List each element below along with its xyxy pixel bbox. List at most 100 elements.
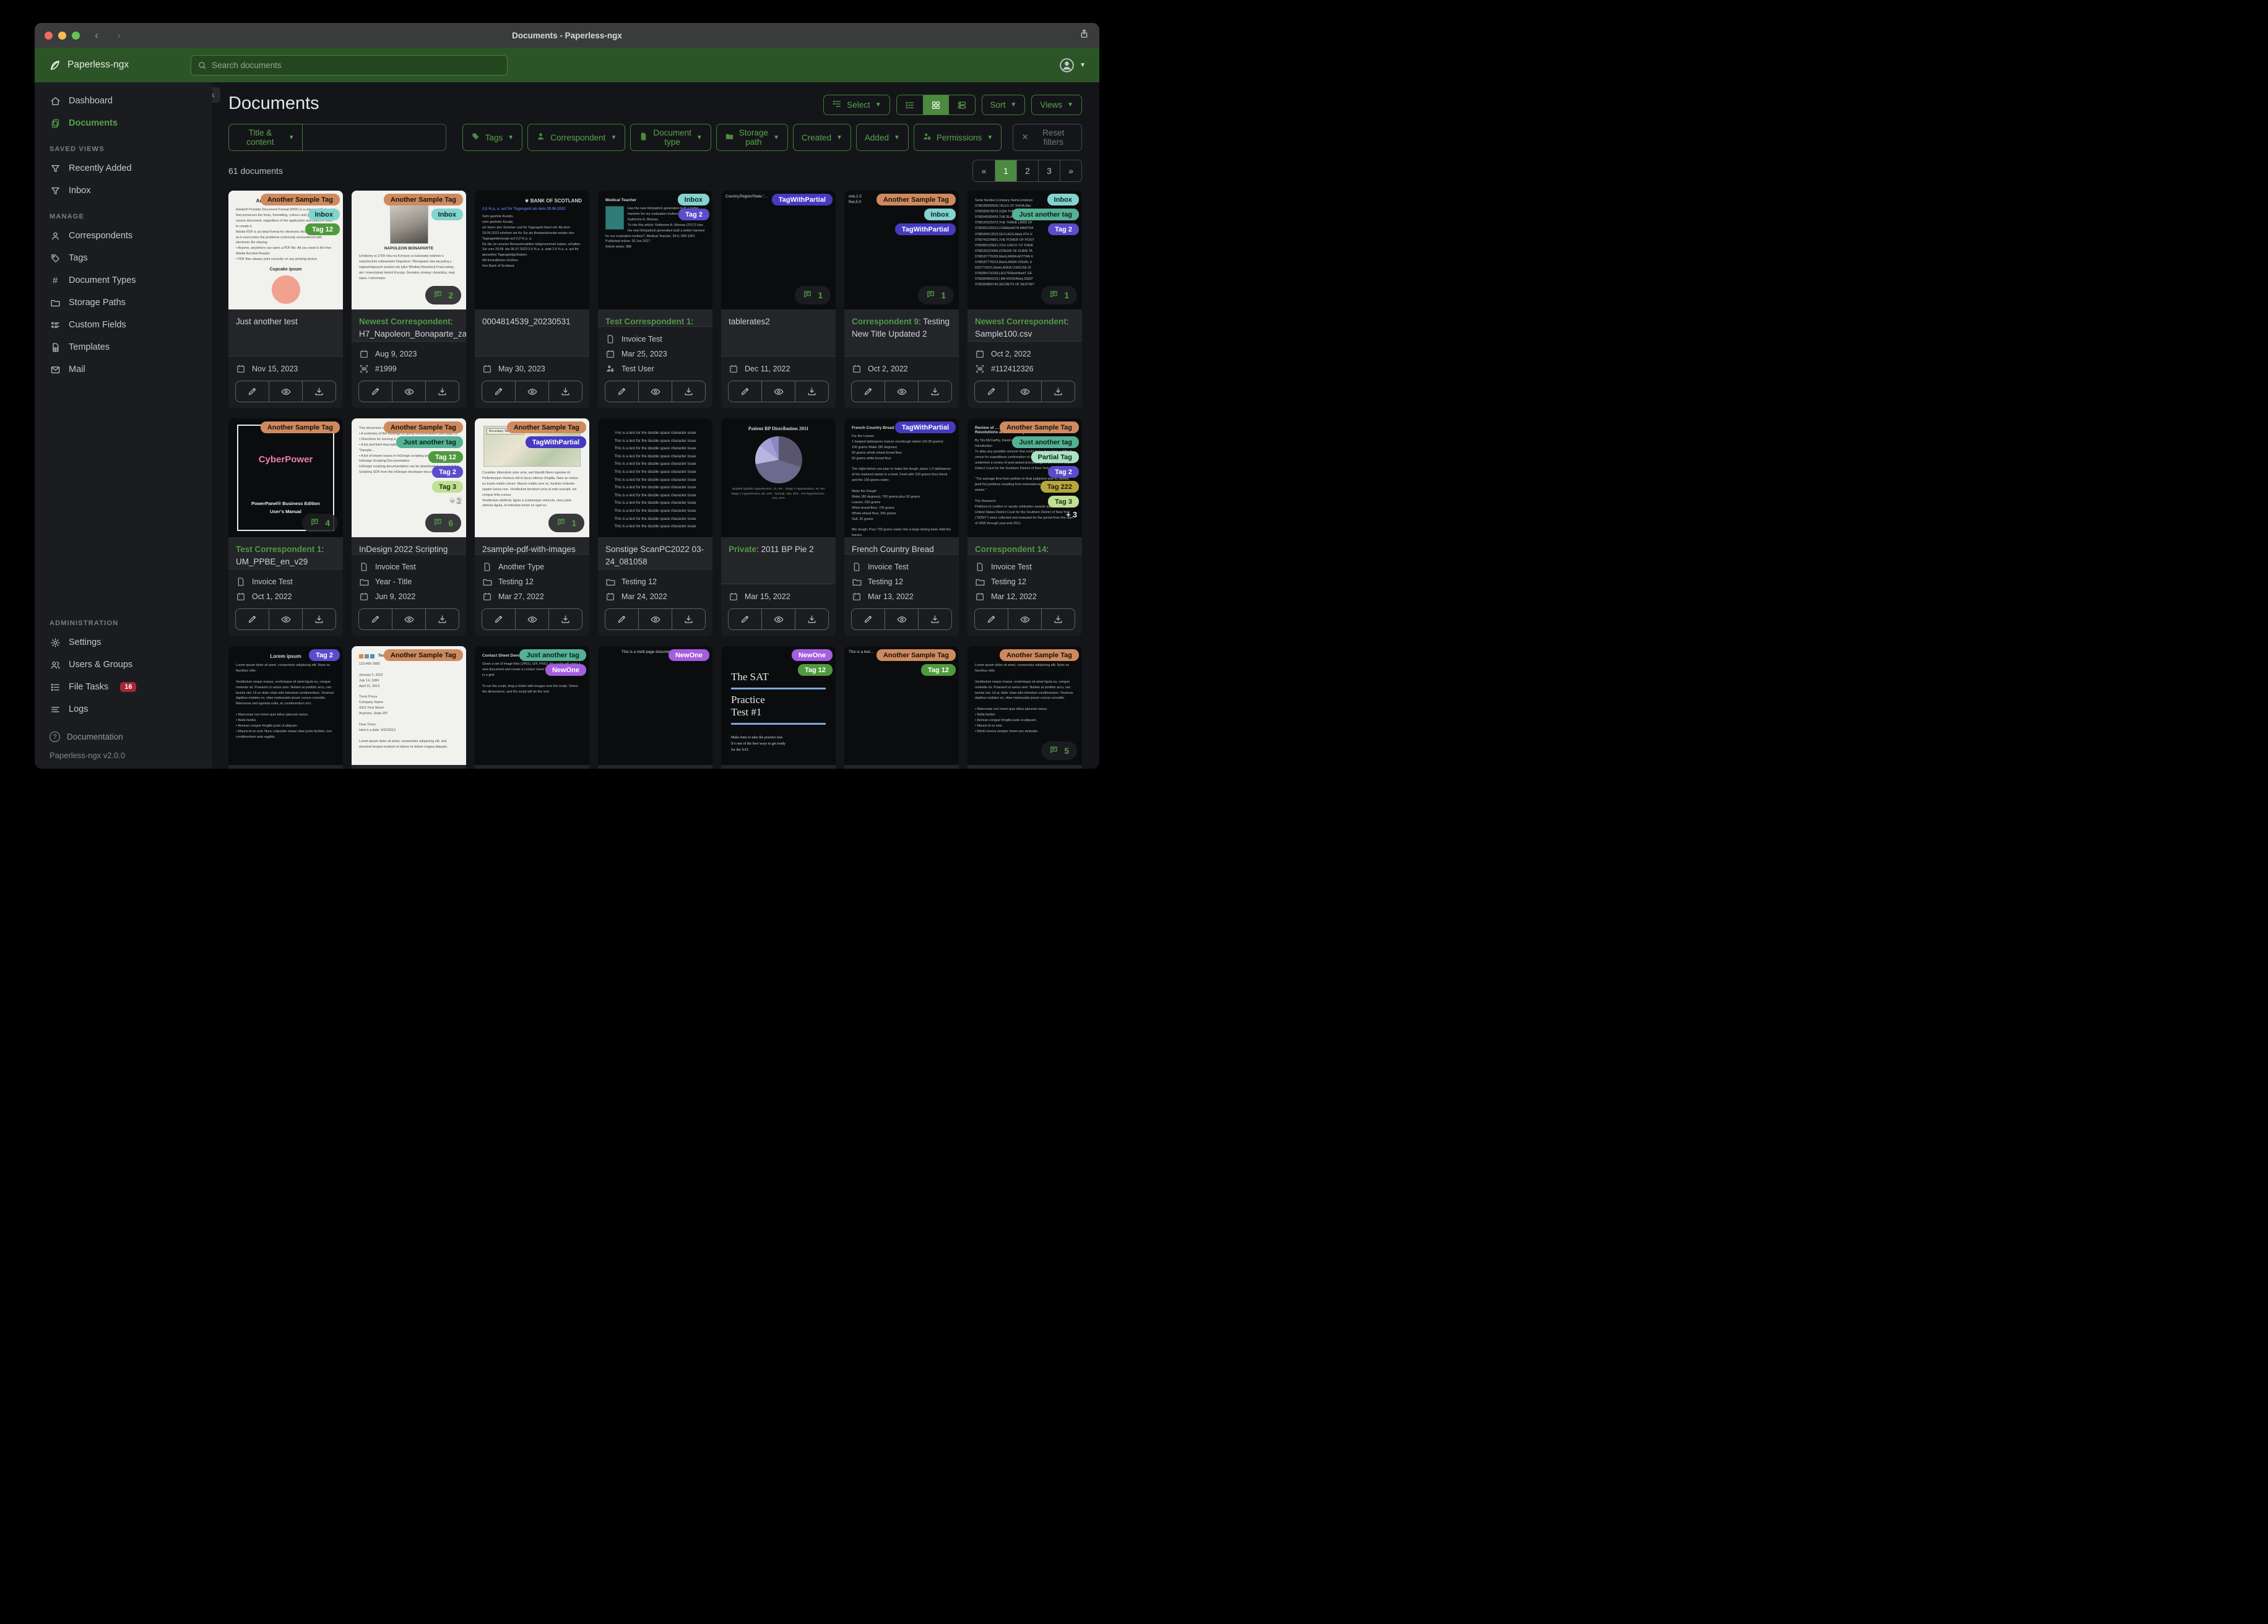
document-title[interactable]: InDesign 2022 Scripting Read Me <box>352 537 466 554</box>
share-icon[interactable] <box>1079 28 1089 42</box>
search-input[interactable] <box>212 60 501 70</box>
tag-pill[interactable]: TagWithPartial <box>771 194 833 205</box>
edit-button[interactable] <box>482 381 515 402</box>
tag-pill[interactable]: Another Sample Tag <box>383 649 463 661</box>
preview-button[interactable] <box>515 381 548 402</box>
document-title[interactable] <box>844 765 959 769</box>
filter-button-correspondent[interactable]: Correspondent ▼ <box>527 124 626 151</box>
document-title[interactable] <box>598 765 712 769</box>
tag-pill[interactable]: Tag 12 <box>428 451 463 463</box>
tag-pill[interactable]: TagWithPartial <box>894 223 956 235</box>
tag-pill[interactable]: TagWithPartial <box>894 421 956 433</box>
tag-pill[interactable]: Inbox <box>677 194 709 205</box>
sidebar-item-custom-fields[interactable]: Custom Fields <box>35 314 212 336</box>
tag-pill[interactable]: Tag 3 <box>1048 496 1079 508</box>
document-correspondent[interactable]: Newest Correspondent <box>975 317 1067 326</box>
document-card[interactable]: Test Name123-456-7890 January 2, 2022 Ju… <box>352 646 466 769</box>
sidebar-item-correspondents[interactable]: Correspondents <box>35 225 212 247</box>
sidebar-collapse-button[interactable]: « <box>212 87 220 103</box>
document-title[interactable]: French Country Bread Revised.docx <box>844 537 959 554</box>
document-title[interactable]: Newest Correspondent: H7_Napoleon_Bonapa… <box>352 309 466 341</box>
sidebar-item-templates[interactable]: Templates <box>35 336 212 358</box>
download-button[interactable] <box>425 381 459 402</box>
preview-button[interactable] <box>761 381 795 402</box>
sidebar-item-users-groups[interactable]: Users & Groups <box>35 654 212 676</box>
document-card[interactable]: Lorem ipsumLorem ipsum dolor sit amet, c… <box>967 646 1082 769</box>
preview-button[interactable] <box>515 609 548 629</box>
sidebar-item-documentation[interactable]: ? Documentation <box>50 727 197 747</box>
document-card[interactable]: The SAT Practice Test #1 Make time to take … <box>721 646 836 769</box>
download-button[interactable] <box>1041 381 1075 402</box>
tag-pill[interactable]: Tag 2 <box>678 209 709 220</box>
page-button-last[interactable]: » <box>1060 160 1081 181</box>
window-controls[interactable] <box>45 31 80 40</box>
preview-button[interactable] <box>269 609 302 629</box>
sidebar-item-settings[interactable]: Settings <box>35 631 212 654</box>
filter-button-storage-path[interactable]: Storage path ▼ <box>716 124 788 151</box>
tag-pill[interactable]: Tag 2 <box>309 649 340 661</box>
document-card[interactable]: Review of … of Arbitral Awards Shows Swi… <box>967 418 1082 636</box>
list-view-button[interactable] <box>897 95 923 114</box>
preview-button[interactable] <box>638 381 672 402</box>
document-card[interactable]: one,1.0 five,5.0 Another Sample Tag Inbox T… <box>844 191 959 408</box>
download-button[interactable] <box>548 381 582 402</box>
reset-filters-button[interactable]: ✕ Reset filters <box>1013 124 1082 151</box>
document-title[interactable]: Private: 2011 BP Pie 2 <box>721 537 836 584</box>
tag-pill[interactable]: NewOne <box>791 649 833 661</box>
edit-button[interactable] <box>482 609 515 629</box>
title-content-filter-button[interactable]: Title & content ▼ <box>228 124 303 151</box>
document-title[interactable]: Just another test <box>228 309 343 356</box>
edit-button[interactable] <box>236 381 269 402</box>
edit-button[interactable] <box>359 609 392 629</box>
tag-pill[interactable]: NewOne <box>545 664 586 676</box>
sidebar-item-document-types[interactable]: # Document Types <box>35 269 212 292</box>
document-card[interactable]: This is a test… Another Sample Tag Tag 12 <box>844 646 959 769</box>
tag-pill[interactable]: Inbox <box>308 209 340 220</box>
tag-pill[interactable]: TagWithPartial <box>525 436 586 448</box>
tag-pill[interactable]: Another Sample Tag <box>383 421 463 433</box>
document-card[interactable]: Serial Number,Company Name,Employe 97881… <box>967 191 1082 408</box>
title-content-filter-input[interactable] <box>302 124 446 151</box>
document-title[interactable]: tablerates2 <box>721 309 836 356</box>
edit-button[interactable] <box>729 609 761 629</box>
sidebar-item-file-tasks[interactable]: File Tasks 16 <box>35 676 212 698</box>
document-title[interactable]: Test Correspondent 1: [paperless] test p… <box>598 309 712 326</box>
document-card[interactable]: Contact Sheet Demo Given a set of image f… <box>475 646 589 769</box>
download-button[interactable] <box>302 609 335 629</box>
document-correspondent[interactable]: Correspondent 14 <box>975 545 1047 554</box>
tag-pill[interactable]: Another Sample Tag <box>876 649 956 661</box>
document-card[interactable]: French Country Bread For the Leaven 1 hea… <box>844 418 959 636</box>
tag-pill[interactable]: Another Sample Tag <box>876 194 956 205</box>
edit-button[interactable] <box>605 381 638 402</box>
download-button[interactable] <box>918 609 951 629</box>
tag-pill[interactable]: Just another tag <box>1012 436 1079 448</box>
tag-pill[interactable]: Tag 3 <box>432 481 463 493</box>
download-button[interactable] <box>548 609 582 629</box>
document-card[interactable]: Boundary Waters Trip Curabitur bibendum a… <box>475 418 589 636</box>
preview-button[interactable] <box>1008 609 1041 629</box>
document-card[interactable]: Country,Region/State,"… TagWithPartial 1 ta… <box>721 191 836 408</box>
filter-button-permissions[interactable]: Permissions ▼ <box>913 124 1002 151</box>
edit-button[interactable] <box>975 381 1008 402</box>
edit-button[interactable] <box>236 609 269 629</box>
user-menu[interactable]: ▼ <box>1058 57 1086 74</box>
document-card[interactable]: This is a multi page document. Page 1. Ne… <box>598 646 712 769</box>
download-button[interactable] <box>918 381 951 402</box>
preview-button[interactable] <box>885 381 918 402</box>
document-title[interactable] <box>475 765 589 769</box>
preview-button[interactable] <box>392 609 425 629</box>
preview-button[interactable] <box>1008 381 1041 402</box>
download-button[interactable] <box>795 381 828 402</box>
filter-button-added[interactable]: Added ▼ <box>855 124 909 151</box>
document-correspondent[interactable]: Private <box>729 545 756 554</box>
download-button[interactable] <box>425 609 459 629</box>
preview-button[interactable] <box>392 381 425 402</box>
download-button[interactable] <box>795 609 828 629</box>
edit-button[interactable] <box>605 609 638 629</box>
tag-pill[interactable]: Tag 2 <box>1048 466 1079 478</box>
tag-pill[interactable]: Tag 2 <box>1048 223 1079 235</box>
sidebar-item-logs[interactable]: Logs <box>35 698 212 720</box>
edit-button[interactable] <box>359 381 392 402</box>
edit-button[interactable] <box>975 609 1008 629</box>
views-button[interactable]: Views ▼ <box>1031 95 1082 115</box>
